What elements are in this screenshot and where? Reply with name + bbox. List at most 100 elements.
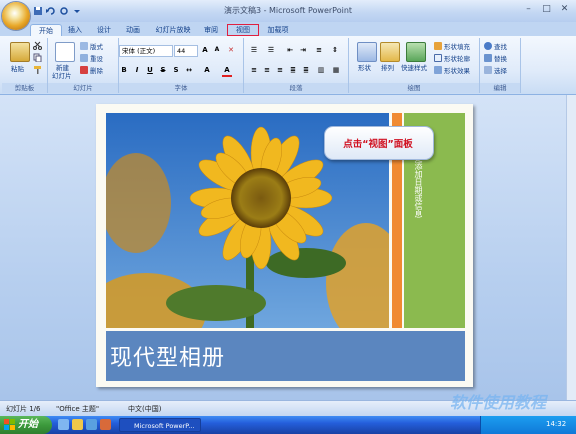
- shapes-button[interactable]: 形状: [358, 62, 371, 72]
- tab-addins[interactable]: 加载项: [262, 24, 294, 36]
- find-button[interactable]: 查找: [484, 41, 507, 51]
- tab-design[interactable]: 设计: [91, 24, 117, 36]
- font-color-button[interactable]: A: [222, 65, 232, 77]
- decrease-indent-icon[interactable]: ⇤: [285, 45, 295, 55]
- window-title: 演示文稿3 - Microsoft PowerPoint: [223, 6, 353, 15]
- select-button[interactable]: 选择: [484, 65, 507, 75]
- tab-insert[interactable]: 插入: [62, 24, 88, 36]
- replace-button[interactable]: 替换: [484, 53, 507, 63]
- bold-button[interactable]: B: [119, 65, 129, 75]
- layout-button[interactable]: 版式: [80, 41, 103, 51]
- new-slide-label-2[interactable]: 幻灯片: [52, 70, 72, 80]
- select-icon: [484, 66, 492, 74]
- reset-icon: [80, 54, 88, 62]
- shadow-button[interactable]: S: [171, 65, 181, 75]
- shape-outline-label: 形状轮廓: [444, 55, 470, 63]
- cut-icon[interactable]: [33, 41, 42, 50]
- theme-name: "Office 主题": [56, 405, 100, 413]
- folder-icon[interactable]: [72, 419, 83, 430]
- arrange-icon[interactable]: [380, 42, 400, 62]
- instruction-callout-text: 点击“视图”面板: [343, 139, 413, 150]
- tab-view[interactable]: 视图: [227, 24, 259, 36]
- align-right-icon[interactable]: ≡: [275, 65, 285, 75]
- vertical-scrollbar[interactable]: [566, 95, 576, 400]
- layout-icon: [80, 42, 88, 50]
- shape-effects-icon: [434, 66, 442, 74]
- taskbar-item-powerpoint[interactable]: Microsoft PowerP...: [119, 418, 201, 432]
- change-case-button[interactable]: A: [202, 65, 212, 75]
- find-label: 查找: [494, 43, 507, 51]
- shape-outline-icon: [434, 54, 442, 62]
- slide-title[interactable]: 现代型相册: [110, 340, 225, 372]
- shrink-font-icon[interactable]: A: [212, 45, 222, 55]
- language-status[interactable]: 中文(中国): [128, 404, 161, 414]
- numbering-icon[interactable]: ☰: [266, 45, 276, 55]
- select-label: 选择: [494, 67, 507, 75]
- find-icon: [484, 42, 492, 50]
- quick-styles-button[interactable]: 快速样式: [401, 62, 427, 72]
- font-name-combo[interactable]: 宋体 (正文): [119, 45, 173, 57]
- shapes-icon[interactable]: [357, 42, 377, 62]
- bullets-icon[interactable]: ☰: [249, 45, 259, 55]
- grow-font-icon[interactable]: A: [200, 45, 210, 55]
- tab-animation[interactable]: 动画: [120, 24, 146, 36]
- shape-fill-button[interactable]: 形状填充: [434, 41, 470, 51]
- align-center-icon[interactable]: ≡: [262, 65, 272, 75]
- delete-icon: [80, 66, 88, 74]
- group-label-drawing: 绘图: [349, 83, 479, 93]
- copy-icon[interactable]: [33, 53, 42, 62]
- align-left-icon[interactable]: ≡: [249, 65, 259, 75]
- group-label-paragraph: 段落: [244, 83, 348, 93]
- arrange-button[interactable]: 排列: [381, 62, 394, 72]
- group-label-clipboard: 剪贴板: [2, 83, 47, 93]
- close-button[interactable]: ✕: [556, 3, 573, 16]
- quick-styles-icon[interactable]: [406, 42, 426, 62]
- watermark: 软件使用教程: [450, 393, 547, 412]
- distribute-icon[interactable]: ≣: [301, 65, 311, 75]
- shape-effects-button[interactable]: 形状效果: [434, 65, 470, 75]
- paste-button[interactable]: 粘贴: [11, 63, 24, 73]
- underline-button[interactable]: U: [145, 65, 155, 75]
- columns-icon[interactable]: ▥: [316, 65, 326, 75]
- group-label-editing: 编辑: [480, 83, 520, 93]
- tab-slideshow[interactable]: 幻灯片放映: [150, 24, 196, 36]
- desktop-icon[interactable]: [86, 419, 97, 430]
- tab-review[interactable]: 审阅: [198, 24, 224, 36]
- shape-effects-label: 形状效果: [444, 67, 470, 75]
- replace-icon: [484, 54, 492, 62]
- font-size-combo[interactable]: 44: [174, 45, 198, 57]
- shape-outline-button[interactable]: 形状轮廓: [434, 53, 470, 63]
- ie-icon[interactable]: [58, 419, 69, 430]
- spacing-button[interactable]: ↔: [184, 65, 194, 75]
- shape-fill-icon: [434, 42, 442, 50]
- strikethrough-button[interactable]: S: [158, 65, 168, 75]
- maximize-button[interactable]: □: [538, 3, 555, 16]
- clock[interactable]: 14:32: [546, 420, 566, 428]
- group-label-font: 字体: [119, 83, 243, 93]
- quick-launch: [58, 419, 111, 430]
- slide-counter: 幻灯片 1/6: [6, 405, 41, 413]
- window-controls: – □ ✕: [520, 3, 573, 16]
- increase-indent-icon[interactable]: ⇥: [298, 45, 308, 55]
- delete-label: 删除: [90, 67, 103, 75]
- office-button[interactable]: [2, 2, 30, 30]
- group-label-slides: 幻灯片: [48, 83, 118, 93]
- paste-icon[interactable]: [10, 42, 30, 62]
- italic-button[interactable]: I: [132, 65, 142, 75]
- text-direction-icon[interactable]: ⇕: [330, 45, 340, 55]
- app-icon[interactable]: [100, 419, 111, 430]
- clear-format-icon[interactable]: ✕: [226, 45, 236, 55]
- minimize-button[interactable]: –: [520, 3, 537, 16]
- replace-label: 替换: [494, 55, 507, 63]
- delete-button[interactable]: 删除: [80, 65, 103, 75]
- new-slide-icon[interactable]: [55, 42, 75, 62]
- reset-button[interactable]: 重设: [80, 53, 103, 63]
- shape-fill-label: 形状填充: [444, 43, 470, 51]
- line-spacing-icon[interactable]: ≡: [314, 45, 324, 55]
- layout-label: 版式: [90, 43, 103, 51]
- windows-flag-icon: [4, 419, 15, 430]
- smartart-icon[interactable]: ▦: [331, 65, 341, 75]
- reset-label: 重设: [90, 55, 103, 63]
- format-painter-icon[interactable]: [33, 65, 42, 74]
- justify-icon[interactable]: ≣: [288, 65, 298, 75]
